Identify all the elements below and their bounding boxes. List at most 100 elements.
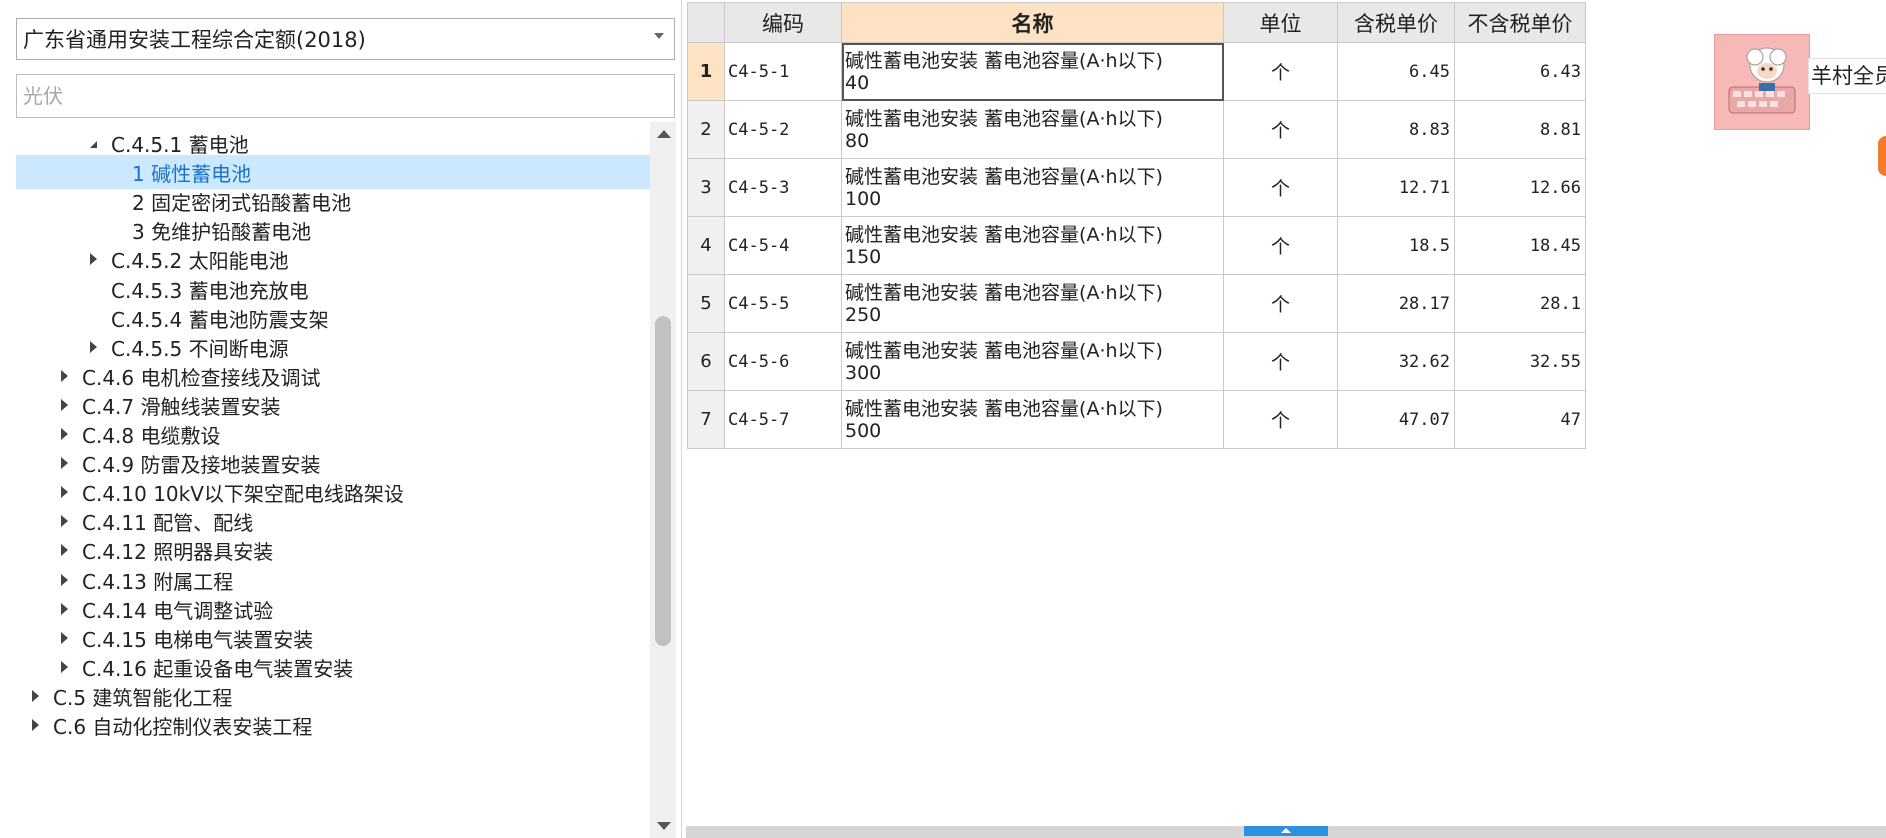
cell-price-with-tax[interactable]: 47.07	[1337, 390, 1455, 449]
cell-unit[interactable]: 个	[1223, 390, 1338, 449]
triangle-collapsed-icon[interactable]	[61, 486, 68, 498]
side-tab[interactable]	[1878, 136, 1886, 176]
cell-name-line2: 150	[845, 245, 882, 268]
cell-name-line1: 碱性蓄电池安装 蓄电池容量(A·h以下)	[845, 397, 1163, 420]
row-number[interactable]: 3	[687, 158, 725, 217]
cell-name[interactable]: 碱性蓄电池安装 蓄电池容量(A·h以下) 40	[841, 42, 1224, 101]
column-header-price-with-tax[interactable]: 含税单价	[1337, 2, 1455, 43]
chevron-down-icon[interactable]	[654, 33, 664, 39]
cell-name[interactable]: 碱性蓄电池安装 蓄电池容量(A·h以下) 500	[841, 390, 1224, 449]
triangle-collapsed-icon[interactable]	[32, 719, 39, 731]
table-row[interactable]: 2 C4-5-2 碱性蓄电池安装 蓄电池容量(A·h以下) 80 个 8.83 8.81	[687, 100, 1586, 159]
table-row[interactable]: 5 C4-5-5 碱性蓄电池安装 蓄电池容量(A·h以下) 250 个 28.17 28.1	[687, 274, 1586, 333]
cell-unit[interactable]: 个	[1223, 158, 1338, 217]
table-row[interactable]: 7 C4-5-7 碱性蓄电池安装 蓄电池容量(A·h以下) 500 个 47.07 47	[687, 390, 1586, 449]
cell-price-with-tax[interactable]: 6.45	[1337, 42, 1455, 101]
triangle-collapsed-icon[interactable]	[61, 428, 68, 440]
tree-item[interactable]: C.4.12 照明器具安装	[16, 533, 650, 567]
cell-price-without-tax[interactable]: 32.55	[1454, 332, 1586, 391]
cell-price-without-tax[interactable]: 8.81	[1454, 100, 1586, 159]
cell-price-without-tax[interactable]: 28.1	[1454, 274, 1586, 333]
row-number[interactable]: 6	[687, 332, 725, 391]
cell-unit[interactable]: 个	[1223, 216, 1338, 275]
quota-items-table: 编码 名称 单位 含税单价 不含税单价 1 C4-5-1 碱性蓄电池安装 蓄电池容量…	[687, 2, 1586, 449]
triangle-collapsed-icon[interactable]	[61, 515, 68, 527]
cell-name[interactable]: 碱性蓄电池安装 蓄电池容量(A·h以下) 250	[841, 274, 1224, 333]
scrollbar-thumb[interactable]	[655, 316, 671, 646]
cell-price-without-tax[interactable]: 12.66	[1454, 158, 1586, 217]
cell-unit[interactable]: 个	[1223, 332, 1338, 391]
table-row[interactable]: 6 C4-5-6 碱性蓄电池安装 蓄电池容量(A·h以下) 300 个 32.62 32.5…	[687, 332, 1586, 391]
cell-price-with-tax[interactable]: 8.83	[1337, 100, 1455, 159]
tree-item-label: C.4.5.1 蓄电池	[111, 132, 249, 157]
scroll-down-arrow-icon[interactable]	[657, 822, 671, 830]
scroll-up-arrow-icon[interactable]	[657, 130, 671, 138]
triangle-collapsed-icon[interactable]	[61, 661, 68, 673]
triangle-collapsed-icon[interactable]	[61, 370, 68, 382]
cell-unit[interactable]: 个	[1223, 274, 1338, 333]
cell-code[interactable]: C4-5-1	[724, 42, 842, 101]
tree-item-label: 1 碱性蓄电池	[132, 161, 252, 186]
cell-code[interactable]: C4-5-7	[724, 390, 842, 449]
cell-code[interactable]: C4-5-5	[724, 274, 842, 333]
triangle-collapsed-icon[interactable]	[61, 632, 68, 644]
cell-code[interactable]: C4-5-2	[724, 100, 842, 159]
cell-name-line1: 碱性蓄电池安装 蓄电池容量(A·h以下)	[845, 339, 1163, 362]
tree-item-label: C.4.6 电机检查接线及调试	[82, 365, 321, 390]
horizontal-splitter-bar[interactable]	[686, 826, 1886, 838]
quota-library-select[interactable]: 广东省通用安装工程综合定额(2018)	[16, 18, 675, 60]
sheep-keyboard-avatar-icon[interactable]	[1714, 34, 1810, 130]
triangle-collapsed-icon[interactable]	[32, 690, 39, 702]
tree-item-label: C.4.12 照明器具安装	[82, 539, 274, 564]
cell-name[interactable]: 碱性蓄电池安装 蓄电池容量(A·h以下) 300	[841, 332, 1224, 391]
tree-scrollbar[interactable]	[650, 122, 676, 838]
column-header-unit[interactable]: 单位	[1223, 2, 1338, 43]
triangle-expanded-icon[interactable]	[90, 140, 97, 148]
cell-code[interactable]: C4-5-4	[724, 216, 842, 275]
widget-label[interactable]: 羊村全员	[1808, 58, 1886, 94]
cell-unit[interactable]: 个	[1223, 42, 1338, 101]
row-number[interactable]: 5	[687, 274, 725, 333]
cell-price-with-tax[interactable]: 28.17	[1337, 274, 1455, 333]
triangle-collapsed-icon[interactable]	[61, 399, 68, 411]
row-number[interactable]: 1	[687, 42, 725, 101]
cell-name-line2: 100	[845, 187, 882, 210]
triangle-collapsed-icon[interactable]	[61, 544, 68, 556]
cell-price-with-tax[interactable]: 32.62	[1337, 332, 1455, 391]
cell-price-without-tax[interactable]: 18.45	[1454, 216, 1586, 275]
cell-name[interactable]: 碱性蓄电池安装 蓄电池容量(A·h以下) 80	[841, 100, 1224, 159]
app-window: 广东省通用安装工程综合定额(2018) C.4.5.1 蓄电池 1 碱性蓄电池 2 …	[0, 0, 1886, 838]
column-header-price-without-tax[interactable]: 不含税单价	[1454, 2, 1586, 43]
cell-name[interactable]: 碱性蓄电池安装 蓄电池容量(A·h以下) 150	[841, 216, 1224, 275]
row-number[interactable]: 7	[687, 390, 725, 449]
table-row[interactable]: 4 C4-5-4 碱性蓄电池安装 蓄电池容量(A·h以下) 150 个 18.5 18.45	[687, 216, 1586, 275]
table-row[interactable]: 3 C4-5-3 碱性蓄电池安装 蓄电池容量(A·h以下) 100 个 12.71 12.6…	[687, 158, 1586, 217]
cell-code[interactable]: C4-5-3	[724, 158, 842, 217]
row-number[interactable]: 4	[687, 216, 725, 275]
cell-unit[interactable]: 个	[1223, 100, 1338, 159]
column-header-name[interactable]: 名称	[841, 2, 1224, 43]
table-row[interactable]: 1 C4-5-1 碱性蓄电池安装 蓄电池容量(A·h以下) 40 个 6.45 6.43	[687, 42, 1586, 101]
triangle-collapsed-icon[interactable]	[61, 574, 68, 586]
triangle-collapsed-icon[interactable]	[61, 457, 68, 469]
cell-code[interactable]: C4-5-6	[724, 332, 842, 391]
triangle-collapsed-icon[interactable]	[90, 341, 97, 353]
splitter-handle[interactable]	[1244, 826, 1328, 836]
tree-item[interactable]: C.4.5.2 太阳能电池	[16, 242, 650, 276]
cell-price-with-tax[interactable]: 18.5	[1337, 216, 1455, 275]
floating-assistant-widget[interactable]: 羊村全员	[1714, 34, 1886, 130]
row-number[interactable]: 2	[687, 100, 725, 159]
triangle-collapsed-icon[interactable]	[90, 253, 97, 265]
cell-price-without-tax[interactable]: 6.43	[1454, 42, 1586, 101]
column-header-code[interactable]: 编码	[724, 2, 842, 43]
tree-item-label: C.4.15 电梯电气装置安装	[82, 627, 314, 652]
column-header-rownum[interactable]	[687, 2, 725, 43]
triangle-collapsed-icon[interactable]	[61, 603, 68, 615]
cell-name[interactable]: 碱性蓄电池安装 蓄电池容量(A·h以下) 100	[841, 158, 1224, 217]
cell-price-without-tax[interactable]: 47	[1454, 390, 1586, 449]
tree-item[interactable]: C.6 自动化控制仪表安装工程	[16, 708, 650, 742]
tree-item-label: C.4.5.5 不间断电源	[111, 336, 289, 361]
search-input[interactable]	[16, 74, 675, 118]
tree-item-label: 2 固定密闭式铅酸蓄电池	[132, 190, 352, 215]
cell-price-with-tax[interactable]: 12.71	[1337, 158, 1455, 217]
